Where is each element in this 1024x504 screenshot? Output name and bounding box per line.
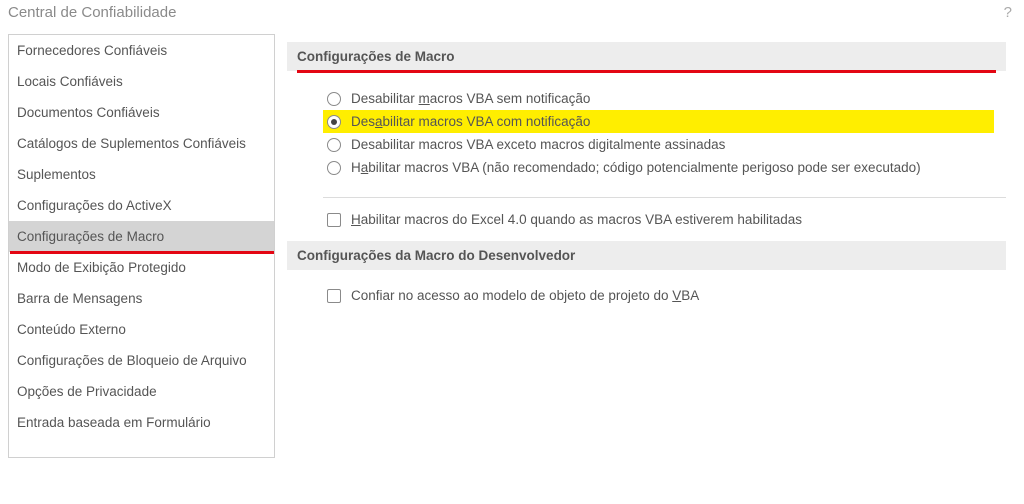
section-underline [297,70,996,73]
sidebar-item-label: Suplementos [17,167,96,182]
main-panel: Configurações de Macro Desabilitar macro… [287,34,1016,458]
sidebar-item-label: Modo de Exibição Protegido [17,260,186,275]
checkbox-icon [327,213,341,227]
help-icon[interactable]: ? [1004,4,1012,21]
macro-radio-group: Desabilitar macros VBA sem notificação De… [287,71,1006,193]
radio-icon [327,138,341,152]
sidebar-item[interactable]: Locais Confiáveis [9,66,274,97]
radio-label: Desabilitar macros VBA sem notificação [351,91,590,106]
radio-icon [327,161,341,175]
sidebar-item-label: Documentos Confiáveis [17,105,160,120]
sidebar-item[interactable]: Documentos Confiáveis [9,97,274,128]
macro-radio-option[interactable]: Desabilitar macros VBA sem notificação [323,87,994,110]
sidebar-item[interactable]: Entrada baseada em Formulário [9,407,274,438]
radio-icon [327,115,341,129]
sidebar-item-label: Configurações de Macro [17,229,164,244]
sidebar-item[interactable]: Barra de Mensagens [9,283,274,314]
sidebar-item[interactable]: Fornecedores Confiáveis [9,35,274,66]
dialog-header: Central de Confiabilidade ? [0,0,1024,30]
dialog-title: Central de Confiabilidade [8,4,176,21]
sidebar-nav: Fornecedores Confiáveis Locais Confiáveis… [8,34,275,458]
radio-icon [327,92,341,106]
sidebar-item-label: Conteúdo Externo [17,322,126,337]
sidebar-item-label: Locais Confiáveis [17,74,123,89]
macro-radio-option[interactable]: Desabilitar macros VBA com notificação [323,110,994,133]
checkbox-icon [327,289,341,303]
sidebar-item-label: Fornecedores Confiáveis [17,43,167,58]
sidebar-item[interactable]: Modo de Exibição Protegido [9,252,274,283]
sidebar-item-label: Barra de Mensagens [17,291,142,306]
sidebar-item-label: Entrada baseada em Formulário [17,415,211,430]
sidebar-item-label: Opções de Privacidade [17,384,157,399]
excel4-block: Habilitar macros do Excel 4.0 quando as … [287,208,1006,241]
enable-excel4-checkbox-row[interactable]: Habilitar macros do Excel 4.0 quando as … [323,208,994,231]
sidebar-item-label: Configurações de Bloqueio de Arquivo [17,353,247,368]
developer-macro-title: Configurações da Macro do Desenvolvedor [297,248,575,263]
radio-label: Habilitar macros VBA (não recomendado; c… [351,160,921,175]
radio-label: Desabilitar macros VBA com notificação [351,114,590,129]
trust-vba-checkbox-row[interactable]: Confiar no acesso ao modelo de objeto de… [323,284,994,307]
macro-settings-section-header: Configurações de Macro [287,42,1006,71]
dialog-body: Fornecedores Confiáveis Locais Confiáveis… [0,30,1024,470]
sidebar-item[interactable]: Conteúdo Externo [9,314,274,345]
sidebar-item[interactable]: Configurações de Macro [9,221,274,252]
sidebar-item[interactable]: Suplementos [9,159,274,190]
sidebar-item[interactable]: Configurações de Bloqueio de Arquivo [9,345,274,376]
macro-radio-option[interactable]: Desabilitar macros VBA exceto macros dig… [323,133,994,156]
trust-vba-label: Confiar no acesso ao modelo de objeto de… [351,288,699,303]
sidebar-underline [10,251,274,254]
macro-radio-option[interactable]: Habilitar macros VBA (não recomendado; c… [323,156,994,179]
sidebar-item[interactable]: Configurações do ActiveX [9,190,274,221]
developer-macro-section-header: Configurações da Macro do Desenvolvedor [287,241,1006,270]
sidebar-item-label: Configurações do ActiveX [17,198,172,213]
sidebar-item[interactable]: Catálogos de Suplementos Confiáveis [9,128,274,159]
radio-label: Desabilitar macros VBA exceto macros dig… [351,137,725,152]
trust-vba-block: Confiar no acesso ao modelo de objeto de… [287,270,1006,317]
sidebar-item[interactable]: Opções de Privacidade [9,376,274,407]
sidebar-item-label: Catálogos de Suplementos Confiáveis [17,136,246,151]
enable-excel4-label: Habilitar macros do Excel 4.0 quando as … [351,212,802,227]
divider [323,197,1006,198]
macro-settings-title: Configurações de Macro [297,49,455,64]
